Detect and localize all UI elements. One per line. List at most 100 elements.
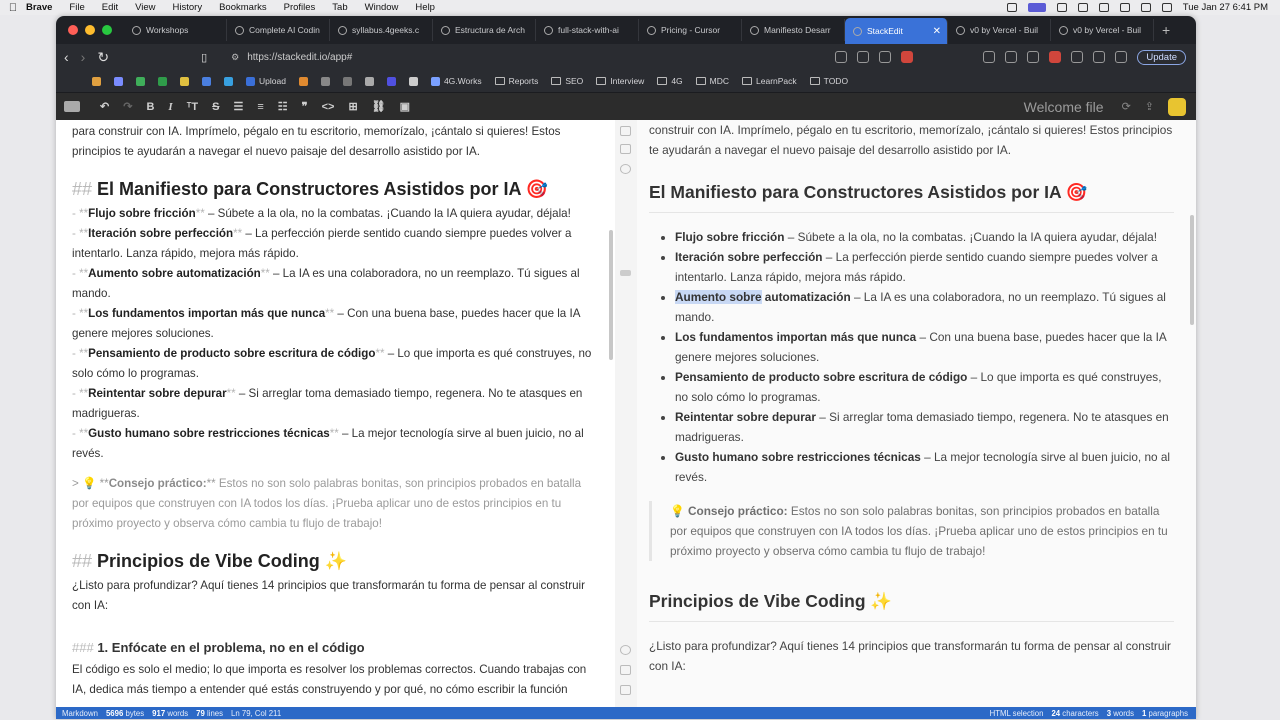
code-icon[interactable]: <> — [322, 101, 335, 113]
table-icon[interactable]: ⊞ — [348, 100, 357, 113]
bookmark-icon[interactable] — [158, 76, 167, 86]
checklist-icon[interactable]: ☷ — [278, 100, 288, 113]
tab-v0-vercel[interactable]: v0 by Vercel - Buil — [1051, 19, 1154, 41]
italic-icon[interactable]: I — [168, 101, 172, 113]
quote-icon[interactable]: ❞ — [302, 100, 308, 113]
share-icon[interactable] — [857, 51, 870, 63]
publish-icon[interactable]: ⇪ — [1145, 100, 1154, 113]
menu-view[interactable]: View — [135, 2, 155, 13]
toggle-split-icon[interactable] — [620, 144, 631, 154]
extensions-menu-icon[interactable] — [1115, 51, 1128, 63]
extension-icon[interactable] — [1071, 51, 1084, 63]
link-icon[interactable]: ⛓ — [372, 100, 386, 113]
back-button[interactable]: ‹ — [64, 49, 69, 65]
redo-icon[interactable]: ↷ — [123, 100, 132, 113]
sync-icon[interactable]: ⟳ — [1122, 100, 1131, 113]
tab-workshops[interactable]: Workshops — [124, 19, 227, 41]
bookmark-icon[interactable] — [180, 76, 189, 86]
tab-stackedit[interactable]: StackEdit ✕ — [845, 18, 948, 44]
menubar-clock[interactable]: Tue Jan 27 6:41 PM — [1183, 2, 1268, 13]
zoom-window-button[interactable] — [102, 25, 112, 35]
bookmark-icon[interactable] — [386, 76, 396, 86]
bookmark-folder-reports[interactable]: Reports — [494, 76, 538, 86]
status-bar-toggle-icon[interactable] — [620, 685, 631, 695]
tab-syllabus[interactable]: syllabus.4geeks.c — [330, 19, 433, 41]
text-selection[interactable]: Aumento sobre — [675, 290, 762, 304]
url-field[interactable]: ⚙ https://stackedit.io/app# — [231, 52, 352, 63]
bookmark-icon[interactable] — [320, 76, 330, 86]
share-icon[interactable] — [879, 51, 892, 63]
menu-help[interactable]: Help — [415, 2, 435, 13]
bookmark-icon[interactable] — [92, 76, 101, 86]
menu-window[interactable]: Window — [365, 2, 399, 13]
heading-icon[interactable]: ᵀT — [187, 101, 198, 113]
bookmark-folder-seo[interactable]: SEO — [551, 76, 583, 86]
menu-tab[interactable]: Tab — [332, 2, 347, 13]
forward-button[interactable]: › — [81, 49, 86, 65]
bookmark-folder-mdc[interactable]: MDC — [695, 76, 729, 86]
menu-bookmarks[interactable]: Bookmarks — [219, 2, 267, 13]
image-icon[interactable]: ▣ — [400, 100, 410, 113]
apple-icon[interactable]:  — [0, 2, 26, 14]
file-title[interactable]: Welcome file — [1024, 99, 1104, 115]
bookmark-folder-4g[interactable]: 4G — [657, 76, 683, 86]
preview-scrollbar[interactable] — [1190, 215, 1194, 325]
extension-icon[interactable] — [983, 51, 996, 63]
bookmark-icon[interactable]: ▯ — [201, 51, 207, 64]
scroll-sync-icon[interactable] — [620, 665, 631, 675]
extension-icon[interactable] — [835, 51, 848, 63]
bookmark-folder-learnpack[interactable]: LearnPack — [742, 76, 797, 86]
undo-icon[interactable]: ↶ — [100, 100, 109, 113]
site-settings-icon[interactable]: ⚙ — [231, 52, 239, 63]
extension-icon[interactable] — [1049, 51, 1062, 63]
menu-file[interactable]: File — [69, 2, 84, 13]
toggle-editor-icon[interactable] — [620, 126, 631, 136]
reload-button[interactable]: ↻ — [97, 49, 109, 66]
bookmark-upload[interactable]: Upload — [246, 76, 286, 86]
menu-history[interactable]: History — [173, 2, 203, 13]
menu-brave[interactable]: Brave — [26, 2, 52, 13]
bookmark-folder-todo[interactable]: TODO — [809, 76, 848, 86]
wifi-icon[interactable] — [1119, 3, 1130, 12]
update-button[interactable]: Update — [1137, 49, 1186, 65]
battery-icon[interactable] — [1098, 3, 1109, 12]
tab-estructura[interactable]: Estructura de Arch — [433, 19, 536, 41]
bookmark-icon[interactable] — [136, 76, 145, 86]
side-menu-button[interactable] — [1168, 97, 1186, 116]
menu-profiles[interactable]: Profiles — [284, 2, 316, 13]
explorer-toggle-icon[interactable] — [64, 101, 80, 112]
comment-icon[interactable] — [620, 270, 631, 276]
bookmark-folder-interview[interactable]: Interview — [596, 76, 644, 86]
minimize-window-button[interactable] — [85, 25, 95, 35]
tab-full-stack[interactable]: full-stack-with-ai — [536, 19, 639, 41]
status-icon[interactable] — [1056, 3, 1067, 12]
extension-icon[interactable] — [1005, 51, 1018, 63]
menu-edit[interactable]: Edit — [102, 2, 118, 13]
bookmark-icon[interactable] — [298, 76, 308, 86]
status-icon[interactable] — [1077, 3, 1088, 12]
markdown-preview[interactable]: construir con IA. Imprímelo, pégalo en t… — [637, 120, 1196, 707]
mic-icon[interactable] — [1006, 3, 1017, 12]
x-icon[interactable] — [342, 76, 352, 86]
ordered-list-icon[interactable]: ≡ — [257, 101, 263, 113]
preview-eye-icon[interactable] — [620, 164, 631, 174]
bold-icon[interactable]: B — [146, 101, 154, 113]
bookmark-4g-works[interactable]: 4G.Works — [430, 76, 482, 86]
brave-shields-icon[interactable] — [901, 51, 914, 63]
markdown-editor[interactable]: para construir con IA. Imprímelo, pégalo… — [56, 120, 615, 707]
close-tab-icon[interactable]: ✕ — [933, 26, 941, 37]
extension-icon[interactable] — [1093, 51, 1106, 63]
bookmark-icon[interactable] — [408, 76, 418, 86]
screen-record-icon[interactable] — [1027, 3, 1046, 12]
tab-v0-vercel[interactable]: v0 by Vercel - Buil — [948, 19, 1051, 41]
strikethrough-icon[interactable]: S — [212, 101, 219, 113]
control-center-icon[interactable] — [1161, 3, 1172, 12]
bookmark-icon[interactable] — [202, 76, 211, 86]
navigation-icon[interactable] — [620, 645, 631, 655]
new-tab-button[interactable]: + — [1162, 22, 1170, 38]
tab-manifiesto[interactable]: Manifiesto Desarr — [742, 19, 845, 41]
close-window-button[interactable] — [68, 25, 78, 35]
tab-pricing-cursor[interactable]: Pricing - Cursor — [639, 19, 742, 41]
unordered-list-icon[interactable]: ☰ — [234, 100, 244, 113]
bookmark-icon[interactable] — [364, 76, 374, 86]
